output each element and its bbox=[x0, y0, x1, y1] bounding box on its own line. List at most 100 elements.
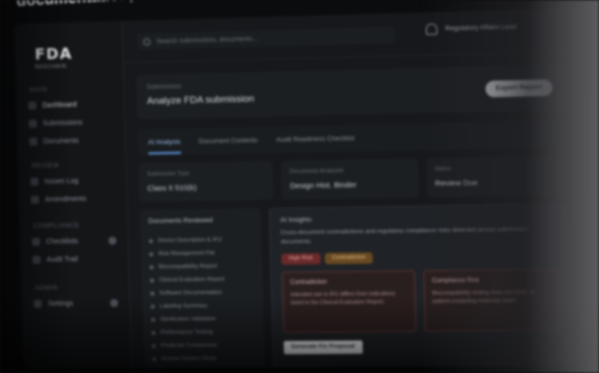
stat-value: Review Due bbox=[434, 177, 478, 188]
list-item[interactable]: Sterilization Validation bbox=[151, 312, 256, 326]
page-header: Submissions Analyze FDA submission Expor… bbox=[136, 64, 564, 120]
sidebar-item-label: Issues Log bbox=[44, 177, 79, 186]
sidebar-item-label: Settings bbox=[47, 299, 74, 308]
sidebar-item-label: Amendments bbox=[44, 195, 87, 204]
page-title: Analyze FDA submission bbox=[146, 93, 255, 108]
list-item-label: Sterilization Validation bbox=[160, 315, 216, 323]
sidebar-item-documents[interactable]: Documents bbox=[29, 132, 114, 150]
bullet-icon bbox=[150, 291, 155, 296]
stat-card: Submission Type Class II 510(k) bbox=[138, 161, 274, 202]
user-menu[interactable]: Regulatory Affairs Lead bbox=[425, 21, 517, 36]
document-list: Device Description & IFU Risk Management… bbox=[148, 233, 257, 366]
sidebar-item-submissions[interactable]: Submissions bbox=[28, 114, 114, 132]
tab-document-contents[interactable]: Document Contents bbox=[199, 137, 258, 145]
list-item[interactable]: Biocompatibility Report bbox=[149, 259, 254, 273]
card-body: Intended use in IFU differs from indicat… bbox=[290, 291, 396, 307]
card-title: Compliance Risk bbox=[431, 277, 480, 285]
app-window: FDA REGCHAIN Main Dashboard Submissions … bbox=[14, 8, 591, 370]
issues-icon bbox=[30, 177, 39, 186]
list-item-label: Device Description & IFU bbox=[157, 236, 222, 244]
documents-panel: Documents Reviewed Device Description & … bbox=[139, 208, 265, 370]
search-input[interactable]: Search submissions, documents... bbox=[136, 26, 395, 50]
list-item[interactable]: Predicate Comparison bbox=[151, 338, 257, 352]
list-item[interactable]: Labeling Summary bbox=[150, 299, 256, 313]
bullet-icon bbox=[148, 238, 153, 243]
list-item-label: Software Documentation bbox=[159, 289, 223, 297]
search-placeholder: Search submissions, documents... bbox=[156, 34, 258, 45]
insight-card[interactable]: Compliance Risk Biocompatibility testing… bbox=[423, 268, 561, 332]
list-item-label: Clinical Evaluation Report bbox=[159, 276, 225, 283]
stat-label: Documents Analyzed bbox=[289, 167, 344, 176]
headline-text: documentation, contradictions and compli… bbox=[16, 0, 436, 11]
list-item[interactable]: Performance Testing bbox=[151, 325, 256, 339]
list-item[interactable]: Clinical Evaluation Report bbox=[149, 272, 255, 286]
amendments-icon bbox=[30, 195, 39, 204]
bullet-icon bbox=[149, 251, 154, 256]
breadcrumb[interactable]: Submissions bbox=[147, 84, 182, 91]
list-item-label: Labeling Summary bbox=[159, 302, 208, 310]
bullet-icon bbox=[149, 264, 154, 269]
documents-icon bbox=[29, 137, 38, 146]
insights-panel: AI Insights Cross-document contradiction… bbox=[268, 203, 572, 370]
sidebar-item-label: Submissions bbox=[42, 119, 83, 127]
nav-section-main: Main bbox=[29, 87, 48, 94]
checklist-icon bbox=[31, 237, 41, 246]
sidebar: FDA REGCHAIN Main Dashboard Submissions … bbox=[14, 20, 133, 370]
nav-section-admin: Admin bbox=[35, 285, 58, 292]
bullet-icon bbox=[152, 356, 157, 361]
list-item[interactable]: Software Documentation bbox=[150, 285, 255, 299]
sidebar-item-dashboard[interactable]: Dashboard bbox=[28, 96, 113, 114]
sidebar-item-issues-log[interactable]: Issues Log bbox=[30, 172, 115, 190]
stats-row: Submission Type Class II 510(k) Document… bbox=[138, 155, 567, 202]
logo-mark: FDA bbox=[34, 44, 73, 64]
audit-icon bbox=[32, 255, 41, 264]
sidebar-item-checklists[interactable]: Checklists bbox=[31, 233, 117, 250]
search-icon bbox=[143, 37, 151, 46]
logo-subtitle: REGCHAIN bbox=[35, 63, 67, 71]
sidebar-item-label: Dashboard bbox=[42, 101, 77, 109]
list-item-label: Biocompatibility Report bbox=[158, 263, 218, 270]
bullet-icon bbox=[151, 330, 156, 335]
list-item-label: Performance Testing bbox=[160, 328, 213, 336]
list-item-label: Risk Management File bbox=[158, 249, 216, 257]
tab-audit-readiness[interactable]: Audit Readiness Checklist bbox=[276, 135, 354, 144]
bullet-icon bbox=[149, 277, 155, 283]
list-item[interactable]: Risk Management File bbox=[149, 246, 254, 261]
nav-section-compliance: Compliance bbox=[33, 223, 80, 230]
stat-card: Status Review Due bbox=[426, 155, 567, 198]
bullet-icon bbox=[150, 304, 155, 309]
tab-ai-analysis[interactable]: AI Analysis bbox=[148, 138, 181, 146]
bullet-icon bbox=[151, 343, 156, 348]
list-item-label: Predicate Comparison bbox=[160, 342, 218, 349]
dashboard-icon bbox=[28, 101, 37, 110]
sidebar-item-label: Audit Trail bbox=[46, 255, 78, 264]
gear-icon bbox=[33, 299, 42, 308]
sidebar-item-settings[interactable]: Settings bbox=[33, 295, 119, 312]
sidebar-item-audit-trail[interactable]: Audit Trail bbox=[32, 251, 117, 268]
list-item-label: Human Factors Study bbox=[161, 355, 217, 362]
tab-bar: AI Analysis Document Contents Audit Read… bbox=[137, 120, 565, 156]
contradiction-badge: Contradiction bbox=[324, 252, 374, 265]
bullet-icon bbox=[151, 317, 156, 322]
card-title: Contradiction bbox=[290, 279, 327, 287]
screenshot-stage: documentation, contradictions and compli… bbox=[0, 0, 599, 373]
bell-icon[interactable] bbox=[425, 23, 438, 36]
panel-title: Documents Reviewed bbox=[148, 216, 213, 226]
logo[interactable]: FDA REGCHAIN bbox=[34, 44, 76, 73]
list-item[interactable]: Human Factors Study bbox=[152, 351, 257, 365]
card-body: Biocompatibility testing does not cover … bbox=[432, 289, 535, 305]
export-report-button[interactable]: Export Report bbox=[484, 79, 553, 98]
main-content: Submissions Analyze FDA submission Expor… bbox=[124, 52, 591, 370]
stat-card: Documents Analyzed Design Hist. Binder bbox=[281, 158, 419, 200]
notification-dot bbox=[108, 236, 117, 245]
notification-dot bbox=[110, 299, 119, 308]
submissions-icon bbox=[28, 119, 37, 128]
insight-card[interactable]: Contradiction Intended use in IFU differ… bbox=[281, 270, 417, 333]
panel-description: Cross-document contradictions and regula… bbox=[280, 226, 529, 245]
stat-label: Status bbox=[434, 165, 452, 173]
sidebar-item-amendments[interactable]: Amendments bbox=[30, 190, 116, 207]
generate-fix-button[interactable]: Generate Fix Proposal bbox=[283, 340, 363, 355]
panel-title: AI Insights bbox=[280, 216, 312, 225]
sidebar-item-label: Checklists bbox=[45, 237, 79, 246]
stat-label: Submission Type bbox=[146, 170, 190, 178]
